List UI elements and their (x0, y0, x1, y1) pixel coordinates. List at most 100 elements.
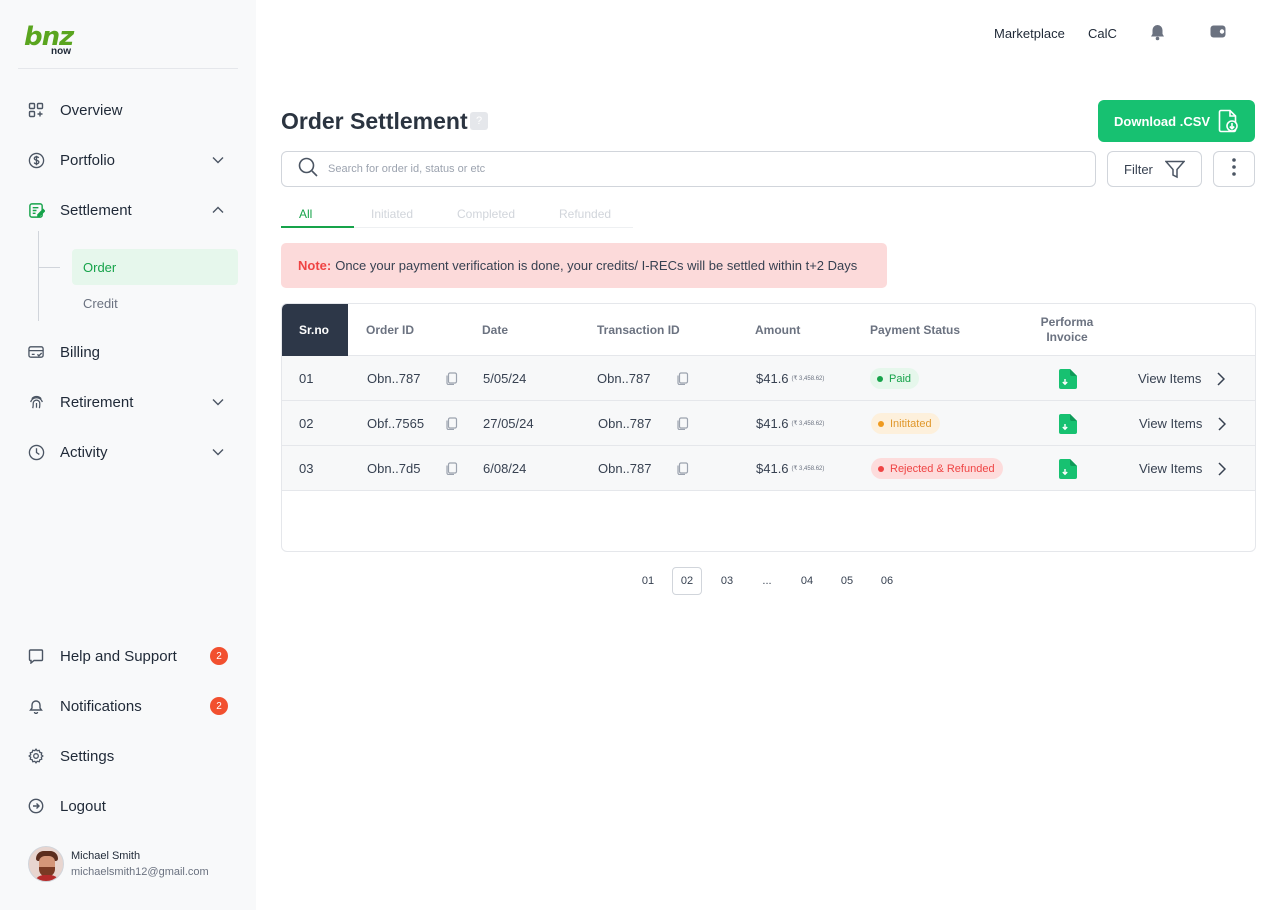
invoice-download-icon[interactable] (1059, 369, 1077, 394)
clock-icon (20, 444, 54, 461)
chevron-down-icon[interactable] (208, 156, 228, 164)
status-label: Rejected & Refunded (890, 462, 995, 475)
chevron-up-icon[interactable] (208, 206, 228, 214)
status-label: Paid (889, 372, 912, 385)
invoice-download-icon[interactable] (1059, 459, 1077, 484)
subnav-line (38, 231, 39, 321)
chevron-down-icon[interactable] (208, 398, 228, 406)
wallet-icon[interactable] (1210, 24, 1227, 44)
view-items-link[interactable]: View Items (1139, 401, 1227, 446)
view-items-label: View Items (1138, 371, 1202, 386)
table-header: Sr.no Order ID Date Transaction ID Amoun… (282, 304, 1255, 356)
sidebar-item-label: Billing (60, 343, 101, 361)
notification-badge: 2 (210, 647, 228, 665)
sidebar-item-label: Retirement (60, 393, 134, 411)
page-ellipsis: ... (762, 575, 772, 587)
sidebar-item-settlement[interactable]: Settlement (20, 192, 238, 228)
sidebar-item-settings[interactable]: Settings (20, 738, 238, 774)
search-bar[interactable] (281, 151, 1096, 187)
tab-all[interactable]: All (299, 207, 312, 221)
amount-value: $41.6 (756, 371, 789, 386)
view-items-label: View Items (1139, 461, 1203, 476)
page-button[interactable]: 01 (633, 567, 663, 595)
status-dot (877, 375, 883, 382)
column-header-amount[interactable]: Amount (755, 304, 800, 356)
sidebar-item-activity[interactable]: Activity (20, 434, 238, 470)
amount-value: $41.6 (756, 416, 789, 431)
sidebar-item-help-support[interactable]: Help and Support 2 (20, 638, 238, 674)
sidebar: bnz now Overview Portfolio Settlement Or… (0, 0, 256, 910)
tab-active-indicator (281, 226, 354, 228)
page-button[interactable]: 04 (792, 567, 822, 595)
table-row[interactable]: 02 Obf..7565 27/05/24 Obn..787 $41.6 (₹ 3… (282, 401, 1255, 446)
page-button-current[interactable]: 02 (672, 567, 702, 595)
sidebar-item-retirement[interactable]: Retirement (20, 384, 238, 420)
tab-completed[interactable]: Completed (457, 207, 515, 221)
subnav-connector (38, 267, 60, 268)
copy-icon[interactable] (446, 462, 458, 480)
help-icon[interactable]: ? (470, 112, 488, 130)
copy-icon[interactable] (446, 372, 458, 390)
bell-icon[interactable] (1150, 24, 1165, 46)
filter-button[interactable]: Filter (1107, 151, 1202, 187)
chat-icon (20, 648, 54, 664)
download-csv-button[interactable]: Download .CSV (1098, 100, 1255, 142)
cell-order-id: Obn..7d5 (367, 461, 421, 476)
column-header-srno[interactable]: Sr.no (282, 304, 348, 356)
tab-initiated[interactable]: Initiated (371, 207, 413, 221)
page-button[interactable]: 05 (832, 567, 862, 595)
chevron-right-icon (1218, 416, 1227, 431)
view-items-link[interactable]: View Items (1138, 356, 1226, 401)
amount-value: $41.6 (756, 461, 789, 476)
info-note: Note: Once your payment verification is … (281, 243, 887, 288)
page-button[interactable]: 03 (712, 567, 742, 595)
page-button[interactable]: 06 (872, 567, 902, 595)
sidebar-item-label: Help and Support (60, 647, 177, 665)
more-options-button[interactable] (1213, 151, 1255, 187)
sidebar-item-portfolio[interactable]: Portfolio (20, 142, 238, 178)
sidebar-item-billing[interactable]: Billing (20, 334, 238, 370)
sidebar-item-overview[interactable]: Overview (20, 92, 238, 128)
page-title: Order Settlement (281, 108, 468, 134)
sidebar-item-label: Logout (60, 797, 106, 815)
sidebar-item-label: Portfolio (60, 151, 116, 169)
sidebar-item-logout[interactable]: Logout (20, 788, 238, 824)
tab-refunded[interactable]: Refunded (559, 207, 611, 221)
sidebar-subitem-credit[interactable]: Credit (72, 285, 238, 321)
status-badge: Rejected & Refunded (871, 458, 1003, 479)
copy-icon[interactable] (677, 462, 689, 480)
chevron-down-icon[interactable] (208, 448, 228, 456)
filter-icon (1164, 160, 1186, 182)
chevron-right-icon (1218, 461, 1227, 476)
nav-link-calc[interactable]: CalC (1088, 26, 1117, 41)
logo-sub: now (51, 46, 71, 57)
column-header-transaction-id[interactable]: Transaction ID (597, 304, 680, 356)
card-icon (20, 345, 54, 360)
cell-srno: 02 (299, 416, 314, 431)
user-email: michaelsmith12@gmail.com (71, 866, 209, 878)
copy-icon[interactable] (677, 372, 689, 390)
column-header-order-id[interactable]: Order ID (366, 304, 414, 356)
search-icon (298, 157, 318, 182)
copy-icon[interactable] (446, 417, 458, 435)
nav-link-marketplace[interactable]: Marketplace (994, 26, 1065, 41)
column-header-performa-invoice[interactable]: Performa Invoice (1027, 304, 1107, 356)
invoice-download-icon[interactable] (1059, 414, 1077, 439)
sidebar-item-label: Notifications (60, 697, 142, 715)
header-line: Invoice (1046, 330, 1088, 344)
view-items-link[interactable]: View Items (1139, 446, 1227, 491)
cell-amount: $41.6 (₹ 3,458.62) (756, 356, 824, 401)
table-row[interactable]: 03 Obn..7d5 6/08/24 Obn..787 $41.6 (₹ 3,4… (282, 446, 1255, 491)
table-row[interactable]: 01 Obn..787 5/05/24 Obn..787 $41.6 (₹ 3,4… (282, 356, 1255, 401)
edit-note-icon (20, 202, 54, 219)
status-dot (878, 465, 884, 472)
search-input[interactable] (328, 163, 1028, 175)
copy-icon[interactable] (677, 417, 689, 435)
user-profile[interactable]: Michael Smith michaelsmith12@gmail.com (28, 846, 209, 882)
sidebar-item-notifications[interactable]: Notifications 2 (20, 688, 238, 724)
gear-icon (20, 748, 54, 764)
sidebar-subitem-order[interactable]: Order (72, 249, 238, 285)
column-header-payment-status[interactable]: Payment Status (870, 304, 960, 356)
bell-icon (20, 698, 54, 714)
column-header-date[interactable]: Date (482, 304, 508, 356)
